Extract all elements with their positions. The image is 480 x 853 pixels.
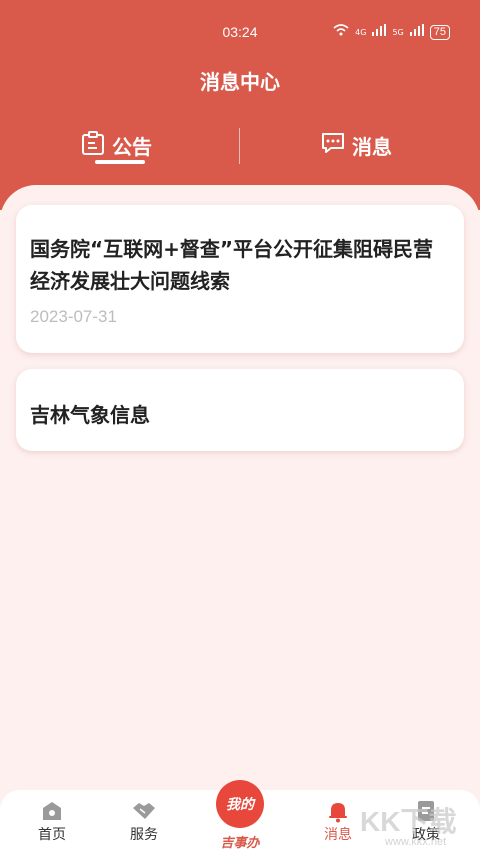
signal-4g-icon: 4G	[355, 27, 367, 37]
tab-divider	[239, 128, 240, 164]
notice-card[interactable]: 吉林气象信息	[16, 369, 464, 451]
nav-message[interactable]: 消息	[308, 798, 368, 844]
mine-button[interactable]: 我的	[216, 780, 264, 828]
notice-card[interactable]: 国务院“互联网+督查”平台公开征集阻碍民营经济发展壮大问题线索 2023-07-…	[16, 205, 464, 353]
home-icon	[22, 798, 82, 824]
wifi-icon	[333, 24, 349, 40]
notice-title: 国务院“互联网+督查”平台公开征集阻碍民营经济发展壮大问题线索	[30, 237, 434, 293]
handshake-icon	[114, 798, 174, 824]
active-tab-indicator	[95, 160, 145, 164]
chat-icon	[320, 131, 346, 160]
watermark-url: www.kkx.net	[385, 836, 447, 848]
tab-message[interactable]: 消息	[320, 120, 392, 170]
notice-title: 吉林气象信息	[30, 403, 150, 427]
nav-home-label: 首页	[38, 827, 66, 843]
tab-bar: 公告 消息	[0, 120, 480, 170]
notice-icon	[80, 130, 106, 161]
notice-date: 2023-07-31	[30, 307, 117, 326]
status-bar: 03:24 4G 5G 75	[0, 22, 480, 44]
bell-icon	[308, 798, 368, 824]
signal-bars-icon	[372, 24, 387, 40]
signal-bars-2-icon	[409, 24, 424, 40]
signal-5g-icon: 5G	[392, 27, 404, 37]
nav-home[interactable]: 首页	[22, 798, 82, 844]
page-title: 消息中心	[200, 70, 280, 94]
nav-service[interactable]: 服务	[114, 798, 174, 844]
battery-icon: 75	[429, 24, 450, 40]
nav-service-label: 服务	[130, 827, 158, 843]
tab-announcement-label: 公告	[112, 134, 152, 159]
status-icons: 4G 5G 75	[333, 24, 450, 40]
tab-message-label: 消息	[352, 134, 392, 159]
app-name-label: 吉事办	[220, 836, 260, 851]
nav-message-label: 消息	[324, 827, 352, 843]
watermark-logo: KK下载	[360, 806, 457, 837]
